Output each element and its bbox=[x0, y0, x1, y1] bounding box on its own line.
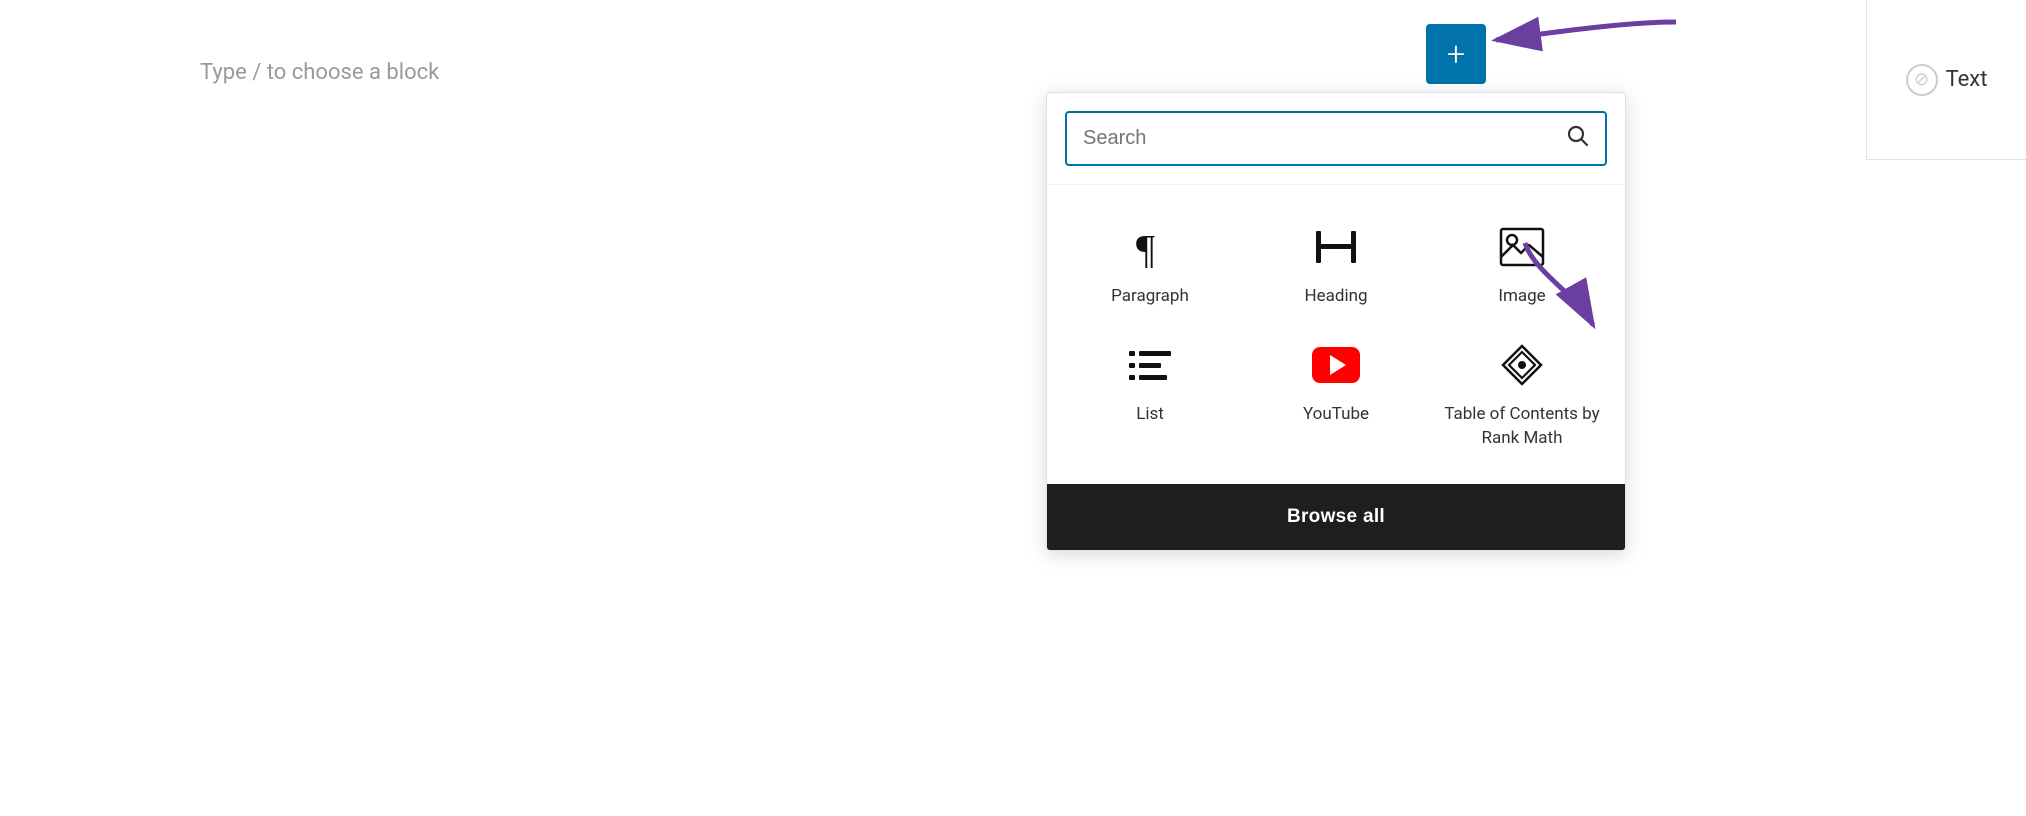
right-panel: ⊘ Text + bbox=[1426, 0, 2026, 816]
toc-icon bbox=[1498, 341, 1546, 389]
editor-placeholder: Type / to choose a block bbox=[200, 60, 439, 85]
list-icon bbox=[1126, 341, 1174, 389]
heading-icon bbox=[1312, 223, 1360, 271]
block-item-paragraph[interactable]: ¶ Paragraph bbox=[1057, 205, 1243, 323]
add-block-button[interactable]: + bbox=[1426, 24, 1486, 84]
search-icon bbox=[1567, 125, 1589, 152]
image-icon bbox=[1498, 223, 1546, 271]
paragraph-label: Paragraph bbox=[1111, 285, 1189, 309]
block-item-list[interactable]: List bbox=[1057, 323, 1243, 465]
youtube-icon bbox=[1312, 341, 1360, 389]
block-item-youtube[interactable]: YouTube bbox=[1243, 323, 1429, 465]
heading-label: Heading bbox=[1304, 285, 1367, 309]
block-picker-dropdown: ¶ Paragraph Heading bbox=[1046, 92, 1626, 551]
list-label: List bbox=[1136, 403, 1164, 427]
text-button[interactable]: ⊘ Text bbox=[1866, 0, 2026, 160]
youtube-label: YouTube bbox=[1303, 403, 1369, 427]
arrow-annotation-1 bbox=[1476, 2, 1696, 82]
block-grid: ¶ Paragraph Heading bbox=[1047, 185, 1625, 484]
search-input[interactable] bbox=[1083, 127, 1557, 150]
block-item-toc[interactable]: Table of Contents by Rank Math bbox=[1429, 323, 1615, 465]
text-button-label: Text bbox=[1946, 67, 1988, 92]
block-item-image[interactable]: Image bbox=[1429, 205, 1615, 323]
toc-label: Table of Contents by Rank Math bbox=[1439, 403, 1605, 451]
svg-text:¶: ¶ bbox=[1136, 228, 1155, 268]
search-container bbox=[1047, 93, 1625, 185]
browse-all-button[interactable]: Browse all bbox=[1047, 484, 1625, 550]
image-label: Image bbox=[1498, 285, 1545, 309]
paragraph-icon: ¶ bbox=[1126, 223, 1174, 271]
plus-icon: + bbox=[1447, 38, 1465, 70]
disable-icon: ⊘ bbox=[1906, 64, 1938, 96]
block-item-heading[interactable]: Heading bbox=[1243, 205, 1429, 323]
search-input-wrap[interactable] bbox=[1065, 111, 1607, 166]
